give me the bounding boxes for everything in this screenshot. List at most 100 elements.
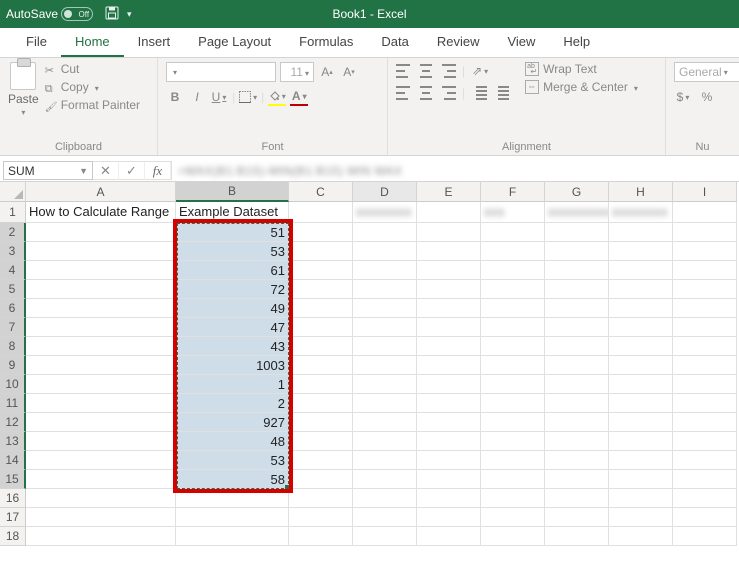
- merge-center-button[interactable]: Merge & Center: [525, 80, 638, 94]
- cell[interactable]: [481, 318, 545, 337]
- fill-color-button[interactable]: [268, 88, 286, 106]
- cell[interactable]: [353, 413, 417, 432]
- cell-C1[interactable]: [289, 202, 353, 223]
- cell[interactable]: [353, 261, 417, 280]
- cell[interactable]: [26, 394, 176, 413]
- cell[interactable]: [353, 356, 417, 375]
- col-header-B[interactable]: B: [176, 182, 289, 202]
- cell[interactable]: [481, 394, 545, 413]
- cell[interactable]: [545, 432, 609, 451]
- orientation-button[interactable]: ⇗: [471, 62, 489, 80]
- cell[interactable]: [417, 337, 481, 356]
- tab-review[interactable]: Review: [423, 28, 494, 57]
- cell[interactable]: [545, 299, 609, 318]
- row-header[interactable]: 7: [0, 318, 26, 337]
- tab-insert[interactable]: Insert: [124, 28, 185, 57]
- increase-font-icon[interactable]: A▴: [318, 63, 336, 81]
- decrease-font-icon[interactable]: A▾: [340, 63, 358, 81]
- cell[interactable]: [609, 280, 673, 299]
- percent-button[interactable]: %: [698, 88, 716, 106]
- cell[interactable]: [353, 432, 417, 451]
- wrap-text-button[interactable]: Wrap Text: [525, 62, 638, 76]
- row-header[interactable]: 1: [0, 202, 26, 223]
- cell[interactable]: [481, 375, 545, 394]
- cell[interactable]: [545, 489, 609, 508]
- cell-G1[interactable]: xxxxxxxxx: [545, 202, 609, 223]
- row-header[interactable]: 17: [0, 508, 26, 527]
- cell[interactable]: [26, 242, 176, 261]
- chevron-down-icon[interactable]: ▼: [79, 166, 88, 176]
- cell[interactable]: [353, 527, 417, 546]
- cell[interactable]: [545, 337, 609, 356]
- cell[interactable]: [353, 280, 417, 299]
- cell[interactable]: [289, 223, 353, 242]
- cell[interactable]: [481, 489, 545, 508]
- cell[interactable]: [481, 432, 545, 451]
- cell[interactable]: [481, 413, 545, 432]
- cell[interactable]: [545, 375, 609, 394]
- row-header[interactable]: 14: [0, 451, 26, 470]
- cell[interactable]: [176, 489, 289, 508]
- cell-B6[interactable]: 49: [176, 299, 289, 318]
- cell[interactable]: [353, 242, 417, 261]
- align-middle-icon[interactable]: [418, 64, 434, 78]
- tab-formulas[interactable]: Formulas: [285, 28, 367, 57]
- cell-B9[interactable]: 1003: [176, 356, 289, 375]
- tab-view[interactable]: View: [493, 28, 549, 57]
- cell[interactable]: [673, 432, 737, 451]
- row-header[interactable]: 15: [0, 470, 26, 489]
- cell[interactable]: [481, 337, 545, 356]
- cell[interactable]: [609, 489, 673, 508]
- cell[interactable]: [609, 470, 673, 489]
- cell-B14[interactable]: 53: [176, 451, 289, 470]
- name-box[interactable]: SUM ▼: [3, 161, 93, 180]
- align-right-icon[interactable]: [440, 86, 456, 100]
- cell[interactable]: [673, 337, 737, 356]
- cut-button[interactable]: Cut: [45, 62, 140, 76]
- col-header-F[interactable]: F: [481, 182, 545, 202]
- cell[interactable]: [673, 470, 737, 489]
- tab-page-layout[interactable]: Page Layout: [184, 28, 285, 57]
- cell-E1[interactable]: [417, 202, 481, 223]
- underline-button[interactable]: U: [210, 88, 228, 106]
- cell[interactable]: [609, 299, 673, 318]
- border-button[interactable]: [239, 88, 257, 106]
- save-icon[interactable]: [105, 6, 119, 23]
- cell[interactable]: [289, 413, 353, 432]
- row-header[interactable]: 11: [0, 394, 26, 413]
- cell[interactable]: [353, 375, 417, 394]
- enter-formula-icon[interactable]: ✓: [119, 162, 145, 180]
- cell-B10[interactable]: 1: [176, 375, 289, 394]
- cell[interactable]: [353, 470, 417, 489]
- row-header[interactable]: 9: [0, 356, 26, 375]
- row-header[interactable]: 4: [0, 261, 26, 280]
- cell[interactable]: [673, 318, 737, 337]
- cell[interactable]: [289, 508, 353, 527]
- cell-B7[interactable]: 47: [176, 318, 289, 337]
- row-header[interactable]: 6: [0, 299, 26, 318]
- cell[interactable]: [289, 451, 353, 470]
- cell[interactable]: [673, 261, 737, 280]
- cell[interactable]: [609, 261, 673, 280]
- cell[interactable]: [26, 299, 176, 318]
- cell[interactable]: [417, 223, 481, 242]
- row-header[interactable]: 12: [0, 413, 26, 432]
- cell[interactable]: [26, 470, 176, 489]
- cell-B11[interactable]: 2: [176, 394, 289, 413]
- cell-B13[interactable]: 48: [176, 432, 289, 451]
- cell[interactable]: [609, 223, 673, 242]
- cell[interactable]: [609, 432, 673, 451]
- cell-B3[interactable]: 53: [176, 242, 289, 261]
- cell[interactable]: [289, 432, 353, 451]
- align-left-icon[interactable]: [396, 86, 412, 100]
- cell[interactable]: [481, 280, 545, 299]
- row-header[interactable]: 10: [0, 375, 26, 394]
- cell[interactable]: [609, 413, 673, 432]
- cell[interactable]: [545, 508, 609, 527]
- cell[interactable]: [545, 261, 609, 280]
- font-color-button[interactable]: A: [290, 88, 308, 106]
- cell[interactable]: [353, 508, 417, 527]
- cell[interactable]: [545, 318, 609, 337]
- cell[interactable]: [289, 261, 353, 280]
- cell-B15[interactable]: 58: [176, 470, 289, 489]
